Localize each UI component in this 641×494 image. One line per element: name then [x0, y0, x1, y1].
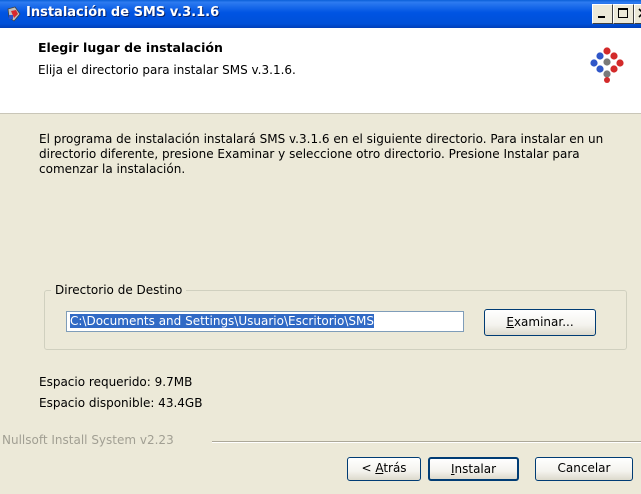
browse-button[interactable]: Examinar...: [484, 309, 596, 336]
instructions-text: El programa de instalación instalará SMS…: [39, 132, 604, 176]
title-bar[interactable]: Instalación de SMS v.3.1.6: [0, 0, 641, 28]
space-required-text: Espacio requerido: 9.7MB: [39, 375, 193, 389]
footer-divider: [212, 441, 641, 443]
minimize-button[interactable]: [592, 4, 613, 24]
back-label: trás: [383, 461, 407, 475]
nsis-branding: Nullsoft Install System v2.23: [2, 433, 174, 447]
maximize-button[interactable]: [613, 4, 634, 24]
header-divider: [0, 86, 641, 87]
sms-logo: [588, 46, 626, 84]
cancel-button[interactable]: Cancelar: [535, 457, 633, 481]
page-title: Elegir lugar de instalación: [38, 40, 223, 55]
page-subtitle: Elija el directorio para instalar SMS v.…: [38, 63, 296, 77]
space-available-text: Espacio disponible: 43.4GB: [39, 396, 203, 410]
window-title: Instalación de SMS v.3.1.6: [26, 5, 220, 20]
installer-icon: [6, 6, 22, 22]
destination-path-text: C:\Documents and Settings\Usuario\Escrit…: [70, 314, 374, 328]
destination-group-label: Directorio de Destino: [51, 283, 187, 297]
install-button[interactable]: Instalar: [428, 457, 519, 481]
back-label-prefix: <: [361, 461, 376, 475]
browse-label-mnemonic: E: [506, 315, 514, 329]
destination-path-input[interactable]: C:\Documents and Settings\Usuario\Escrit…: [66, 311, 464, 332]
browse-label: xaminar...: [513, 315, 574, 329]
install-label: nstalar: [454, 462, 497, 476]
installer-window: Instalación de SMS v.3.1.6 Elegir lugar …: [0, 0, 641, 494]
back-button[interactable]: < Atrás: [347, 457, 421, 481]
header-panel: Elegir lugar de instalación Elija el dir…: [0, 28, 641, 114]
close-button[interactable]: [634, 4, 641, 24]
